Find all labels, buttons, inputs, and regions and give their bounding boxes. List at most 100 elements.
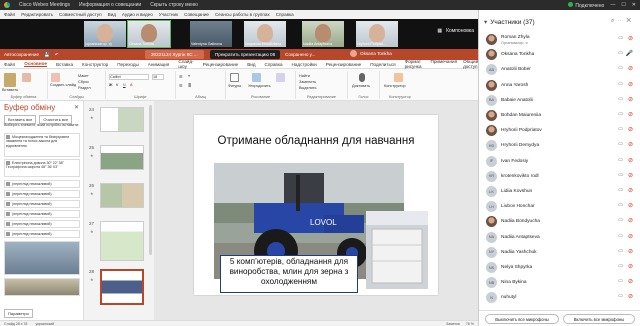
participant-row[interactable]: KR krotenkovikto rodl ▭ ⊘	[479, 169, 640, 184]
access-button[interactable]: Общий доступ	[463, 59, 478, 69]
unmute-all-button[interactable]: Включить все микрофоны	[563, 314, 635, 324]
camera-icon[interactable]: ▭	[618, 187, 623, 193]
arrange-button[interactable]: Упорядочить	[248, 84, 271, 88]
new-slide-button[interactable]: Создать слайд	[50, 83, 76, 87]
slide-thumbnail[interactable]	[100, 183, 144, 208]
camera-icon[interactable]: ▭	[618, 202, 623, 208]
camera-icon[interactable]: ▭	[618, 278, 623, 284]
microphone-muted-icon[interactable]: ⊘	[628, 96, 633, 103]
participant-row[interactable]: LK Lidiia Kovshun ▭ ⊘	[479, 184, 640, 199]
menu-view[interactable]: Вид	[108, 12, 116, 17]
dictate-button[interactable]: Диктовать	[352, 84, 370, 88]
bullets-icon[interactable]: ☰	[179, 74, 182, 79]
autosave-label[interactable]: Автосохранение	[4, 52, 39, 57]
bold-icon[interactable]: Ж	[109, 83, 112, 87]
reset-button[interactable]: Сброс	[78, 80, 89, 84]
notes-button[interactable]: Заметки	[446, 322, 460, 326]
microphone-icon[interactable]	[359, 73, 365, 82]
replace-button[interactable]: Заменить	[299, 80, 316, 84]
clipboard-image-item[interactable]	[4, 278, 80, 296]
find-button[interactable]: Найти	[299, 74, 310, 78]
slide-thumbnail[interactable]	[100, 221, 144, 261]
save-icon[interactable]: 💾	[44, 52, 50, 58]
slide-caption[interactable]: 5 комп’ютерів, обладнання для виноробств…	[220, 255, 358, 293]
video-tile[interactable]: Людмила Михайлівна	[244, 21, 286, 47]
participant-row[interactable]: Bohdan Maiureniia ▭ ⊘	[479, 108, 640, 123]
tab-insert[interactable]: Вставка	[56, 62, 73, 67]
menu-meeting[interactable]: Совещание	[184, 12, 209, 17]
arrange-icon[interactable]	[252, 73, 261, 82]
close-icon[interactable]: ✕	[632, 2, 636, 8]
font-size-select[interactable]: 18	[152, 74, 164, 80]
clipboard-options-button[interactable]: Параметри	[4, 309, 33, 318]
numbering-icon[interactable]: ≡	[188, 74, 190, 78]
camera-icon[interactable]: ▭	[618, 50, 623, 56]
comments-button[interactable]: Примечания	[431, 59, 458, 69]
clipboard-image-item[interactable]	[4, 241, 80, 275]
clipboard-item[interactable]: (перегляд неможливий)	[4, 190, 80, 199]
slide-thumbnail[interactable]	[100, 107, 144, 132]
clipboard-item[interactable]: Місцезнаходження та безпріравни оваження…	[4, 133, 80, 157]
tab-picture-format[interactable]: Формат рисунка	[405, 59, 422, 69]
participant-row[interactable]: Oksana Tonkha ▭ 🎤	[479, 47, 640, 62]
participant-row[interactable]: NA Nadiia Antaptseva ▭ ⊘	[479, 230, 640, 245]
participant-row[interactable]: Roman Zhyla Организатор, я ▭ ⊘	[479, 32, 640, 47]
new-slide-icon[interactable]	[22, 73, 31, 82]
participant-row[interactable]: NS Nelya Shpyrka ▭ ⊘	[479, 260, 640, 275]
microphone-muted-icon[interactable]: ⊘	[628, 263, 633, 270]
microphone-muted-icon[interactable]: ⊘	[628, 141, 633, 148]
camera-icon[interactable]: ▭	[618, 111, 623, 117]
stop-presenting-button[interactable]: Прекратить презентацию 08	[210, 50, 281, 59]
microphone-muted-icon[interactable]: ⊘	[628, 35, 633, 42]
menu-participant[interactable]: Участник	[159, 12, 178, 17]
clipboard-item[interactable]: (перегляд неможливий)	[4, 220, 80, 229]
layout-button[interactable]: ▦ Компоновка	[437, 28, 474, 34]
video-tile[interactable]: Hryhorii Podptat...	[356, 21, 398, 47]
zoom-level[interactable]: 76 %	[466, 322, 474, 326]
menu-audio-video[interactable]: Аудио и видео	[122, 12, 153, 17]
grain-mill-photo[interactable]	[366, 211, 428, 289]
tab-review2[interactable]: Рецензирование	[326, 62, 361, 67]
underline-icon[interactable]: Ч	[123, 83, 126, 87]
participant-row[interactable]: NB Nina Bykina ▭ ⊘	[479, 275, 640, 290]
align-left-icon[interactable]: ☰	[179, 83, 182, 88]
shapes-button[interactable]: Фигуры	[228, 84, 241, 88]
panel-title[interactable]: ▾ Участники (37)	[484, 18, 535, 26]
designer-button[interactable]: Конструктор	[384, 84, 406, 88]
participant-row[interactable]: IF Ivan Fedosiy ▭ ⊘	[479, 154, 640, 169]
participant-row[interactable]: Nnuhutyl ▭ ⊘	[479, 290, 640, 305]
shapes-icon[interactable]	[230, 73, 239, 82]
close-icon[interactable]: ✕	[74, 104, 79, 111]
video-tile[interactable]: Oksana Tonkha	[127, 20, 171, 48]
mute-all-button[interactable]: Выключить все микрофоны	[485, 314, 559, 324]
slide-thumbnail[interactable]	[100, 145, 144, 170]
hide-menu[interactable]: Скрыть строку меню	[150, 2, 198, 8]
menu-edit[interactable]: Редактировать	[21, 12, 53, 17]
microphone-muted-icon[interactable]: ⊘	[628, 111, 633, 118]
microphone-muted-icon[interactable]: ⊘	[628, 172, 633, 179]
camera-icon[interactable]: ▭	[618, 65, 623, 71]
camera-icon[interactable]: ▭	[618, 293, 623, 299]
tab-animations[interactable]: Анимация	[148, 62, 170, 67]
tab-slideshow[interactable]: Слайд-шоу	[178, 59, 193, 69]
clipboard-item[interactable]: (перегляд неможливий)	[4, 210, 80, 219]
menu-help[interactable]: Справка	[276, 12, 294, 17]
language-indicator[interactable]: украинский	[35, 322, 54, 326]
select-button[interactable]: Выделить	[299, 86, 317, 90]
microphone-muted-icon[interactable]: ⊘	[628, 65, 633, 72]
menu-share[interactable]: Совместный доступ	[59, 12, 102, 17]
tab-home[interactable]: Основное	[24, 61, 47, 67]
participant-row[interactable]: AB Anatolii Bober ▭ ⊘	[479, 62, 640, 77]
camera-icon[interactable]: ▭	[618, 157, 623, 163]
new-slide-icon[interactable]	[51, 73, 60, 82]
tab-help[interactable]: Справка	[265, 62, 283, 67]
maximize-icon[interactable]: ☐	[621, 2, 625, 8]
camera-icon[interactable]: ▭	[618, 81, 623, 87]
microphone-icon[interactable]: 🎤	[626, 50, 633, 57]
undo-icon[interactable]: ↶	[55, 52, 59, 58]
menu-file[interactable]: Файл	[4, 12, 15, 17]
camera-icon[interactable]: ▭	[618, 233, 623, 239]
participant-row[interactable]: HD Hryhorii Demydya ▭ ⊘	[479, 138, 640, 153]
camera-icon[interactable]: ▭	[618, 141, 623, 147]
slide-thumbnail-selected[interactable]	[100, 269, 144, 305]
